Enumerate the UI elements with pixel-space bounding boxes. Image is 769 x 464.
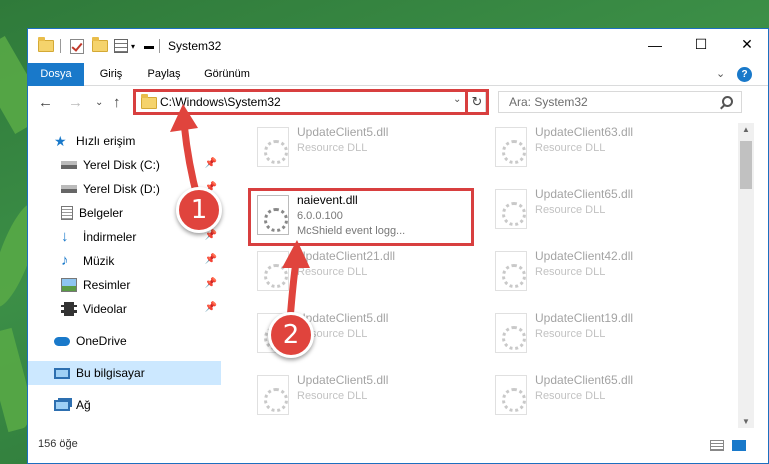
callout-badge-1: 1 [176,187,222,233]
callout-arrowhead-1 [170,104,198,132]
callout-arrows [170,104,310,324]
callout-badge-2: 2 [268,312,314,358]
callout-arrowhead-2 [282,240,310,268]
